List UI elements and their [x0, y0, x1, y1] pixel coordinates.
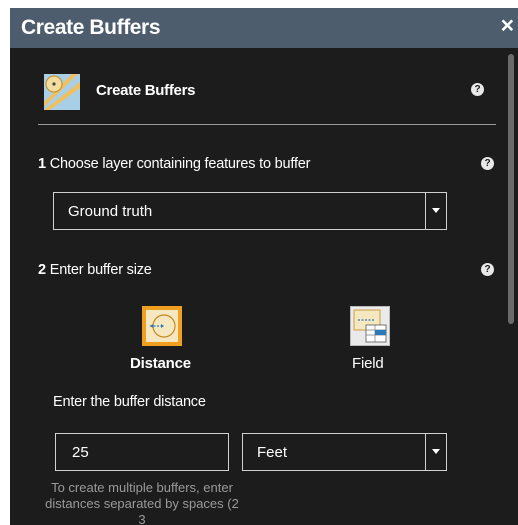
step1-number: 1 [38, 156, 46, 172]
layer-select-value: Ground truth [68, 203, 153, 220]
step2-number: 2 [38, 262, 46, 278]
buffer-distance-label: Enter the buffer distance [53, 394, 206, 410]
step1-label: 1 Choose layer containing features to bu… [38, 156, 310, 172]
buffer-distance-value: 25 [72, 444, 89, 461]
help-icon[interactable]: ? [481, 263, 494, 276]
distance-unit-select[interactable]: Feet [242, 433, 447, 471]
distance-option-label[interactable]: Distance [130, 355, 191, 372]
help-icon[interactable]: ? [481, 157, 494, 170]
layer-select[interactable]: Ground truth [53, 192, 447, 230]
buffer-distance-input[interactable]: 25 [55, 433, 229, 471]
distance-unit-value: Feet [257, 444, 288, 461]
chevron-down-icon[interactable] [425, 434, 446, 470]
distance-option-button[interactable] [142, 306, 182, 346]
scrollbar-thumb[interactable] [508, 54, 514, 324]
chevron-down-icon[interactable] [425, 193, 446, 229]
create-buffers-panel: Create Buffers × Create Buffers ? 1 Choo… [10, 8, 518, 525]
step2-text: Enter buffer size [49, 262, 152, 278]
buffer-widget-icon [44, 74, 80, 110]
field-icon [353, 309, 387, 343]
title-bar: Create Buffers × [10, 8, 518, 48]
multiple-buffers-hint: To create multiple buffers, enter distan… [45, 480, 239, 525]
distance-icon [146, 310, 178, 342]
window-title: Create Buffers [21, 16, 161, 39]
close-icon[interactable]: × [501, 14, 514, 37]
step1-text: Choose layer containing features to buff… [49, 156, 311, 172]
field-option-button[interactable] [350, 306, 390, 346]
step2-label: 2 Enter buffer size [38, 262, 152, 278]
help-icon[interactable]: ? [471, 83, 484, 96]
section-divider [38, 124, 496, 125]
widget-title: Create Buffers [96, 82, 196, 99]
field-option-label[interactable]: Field [352, 355, 384, 372]
